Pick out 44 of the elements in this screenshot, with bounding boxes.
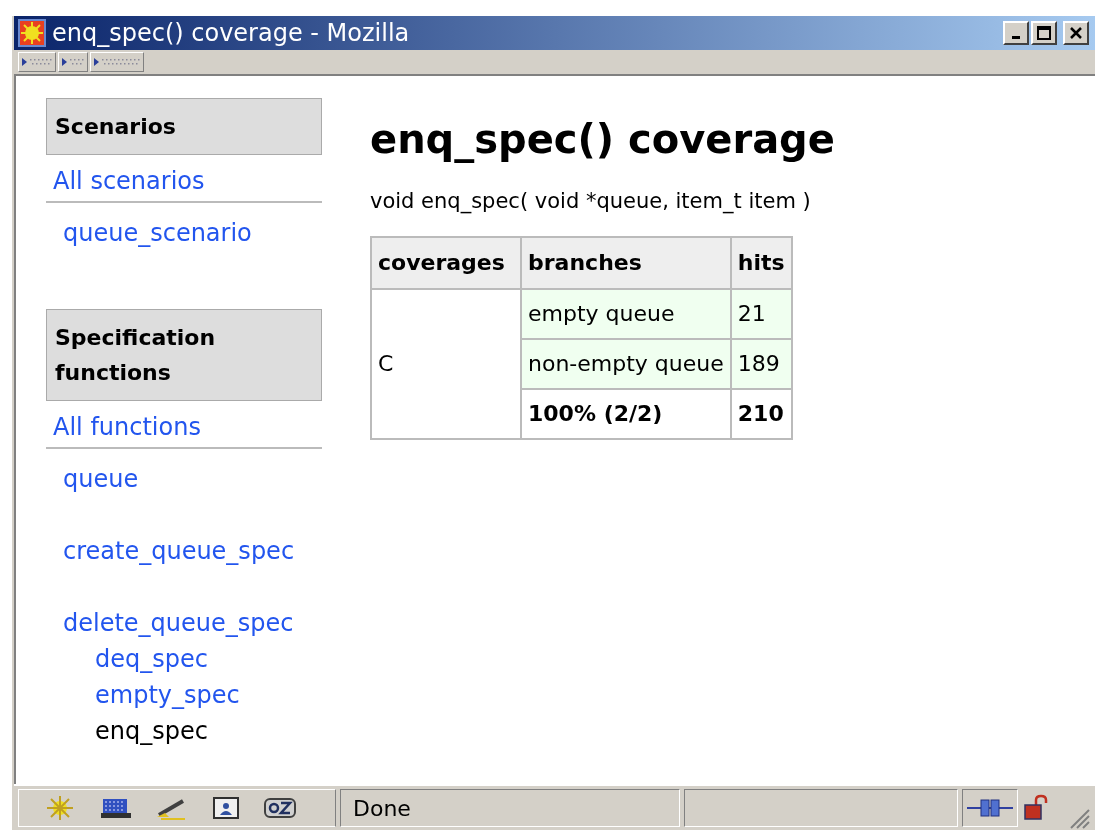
close-icon	[1069, 27, 1083, 39]
nav-link[interactable]: empty_spec	[95, 677, 240, 713]
arrow-icon	[22, 58, 27, 66]
column-header: hits	[730, 236, 792, 289]
dots-icon	[101, 58, 140, 66]
all-link[interactable]: All functions	[53, 411, 201, 443]
nav-link[interactable]: create_queue_spec	[63, 533, 295, 569]
window-title: enq_spec() coverage - Mozilla	[52, 18, 411, 49]
minimize-button[interactable]	[1003, 21, 1029, 45]
table-cell: 21	[730, 288, 792, 339]
table-cell: 100% (2/2)	[521, 388, 731, 439]
maximize-button[interactable]	[1031, 21, 1057, 45]
section-header: Specification functions	[46, 309, 322, 401]
table-cell: C	[371, 288, 521, 439]
arrow-icon	[62, 58, 67, 66]
composer-icon[interactable]	[263, 796, 297, 820]
padlock-icon[interactable]	[1022, 793, 1050, 823]
close-button[interactable]	[1063, 21, 1089, 45]
column-header: coverages	[371, 236, 521, 289]
nav-link[interactable]: deq_spec	[95, 641, 208, 677]
status-text: Done	[353, 794, 411, 823]
nav-link[interactable]: queue	[63, 461, 139, 497]
address-book-icon[interactable]	[211, 795, 241, 821]
current-page-label: enq_spec	[95, 716, 208, 747]
arrow-icon	[94, 58, 99, 66]
toolbar-grip[interactable]	[90, 52, 144, 72]
nav-link[interactable]: delete_queue_spec	[63, 605, 294, 641]
function-signature: void enq_spec( void *queue, item_t item )	[370, 188, 812, 216]
table-cell: non-empty queue	[521, 338, 731, 389]
page-heading: enq_spec() coverage	[370, 115, 835, 164]
nav-link[interactable]: queue_scenario	[63, 215, 252, 251]
minimize-icon	[1012, 35, 1020, 39]
dots-icon	[29, 58, 52, 66]
dots-icon	[69, 58, 84, 66]
maximize-icon	[1037, 26, 1051, 40]
table-cell: 210	[730, 388, 792, 439]
app-icon	[18, 19, 46, 47]
table-cell: 189	[730, 338, 792, 389]
all-link[interactable]: All scenarios	[53, 165, 205, 197]
toolbar-grip[interactable]	[18, 52, 56, 72]
section-header: Scenarios	[46, 98, 322, 155]
table-cell: empty queue	[521, 288, 731, 339]
column-header: branches	[521, 236, 731, 289]
toolbar-grip[interactable]	[58, 52, 88, 72]
